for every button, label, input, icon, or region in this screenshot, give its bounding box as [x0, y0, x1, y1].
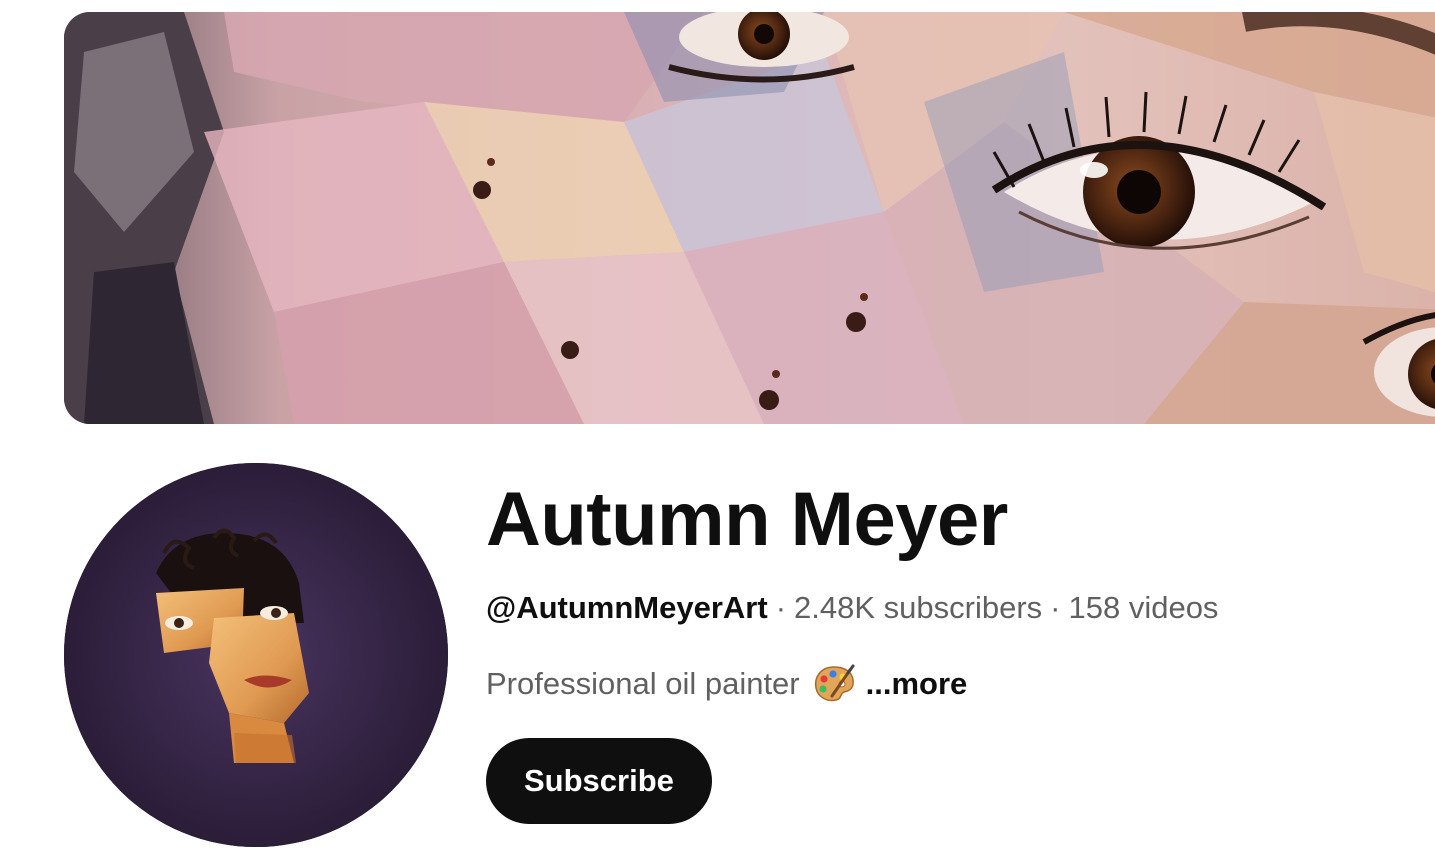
subscriber-count: 2.48K subscribers	[794, 590, 1043, 625]
subscribe-button[interactable]: Subscribe	[486, 738, 712, 824]
channel-name: Autumn Meyer	[486, 477, 1008, 562]
channel-page: Autumn Meyer @AutumnMeyerArt · 2.48K subsc…	[0, 0, 1435, 868]
artist-palette-icon	[812, 664, 856, 704]
banner-painting-image	[64, 12, 1435, 424]
video-count: 158 videos	[1068, 590, 1219, 625]
description-more-link[interactable]: ...more	[866, 664, 968, 704]
channel-banner	[64, 12, 1435, 424]
meta-separator: ·	[775, 590, 787, 625]
meta-separator: ·	[1050, 590, 1061, 625]
channel-description[interactable]: Professional oil painter ...more	[486, 664, 1406, 704]
description-text: Professional oil painter	[486, 666, 800, 701]
channel-handle[interactable]: @AutumnMeyerArt	[486, 590, 768, 625]
channel-avatar[interactable]	[64, 463, 448, 847]
avatar-painting-image	[64, 463, 448, 847]
channel-meta: @AutumnMeyerArt · 2.48K subscribers · 158 vi…	[486, 588, 1406, 628]
channel-info: Autumn Meyer @AutumnMeyerArt · 2.48K subsc…	[486, 474, 1406, 824]
